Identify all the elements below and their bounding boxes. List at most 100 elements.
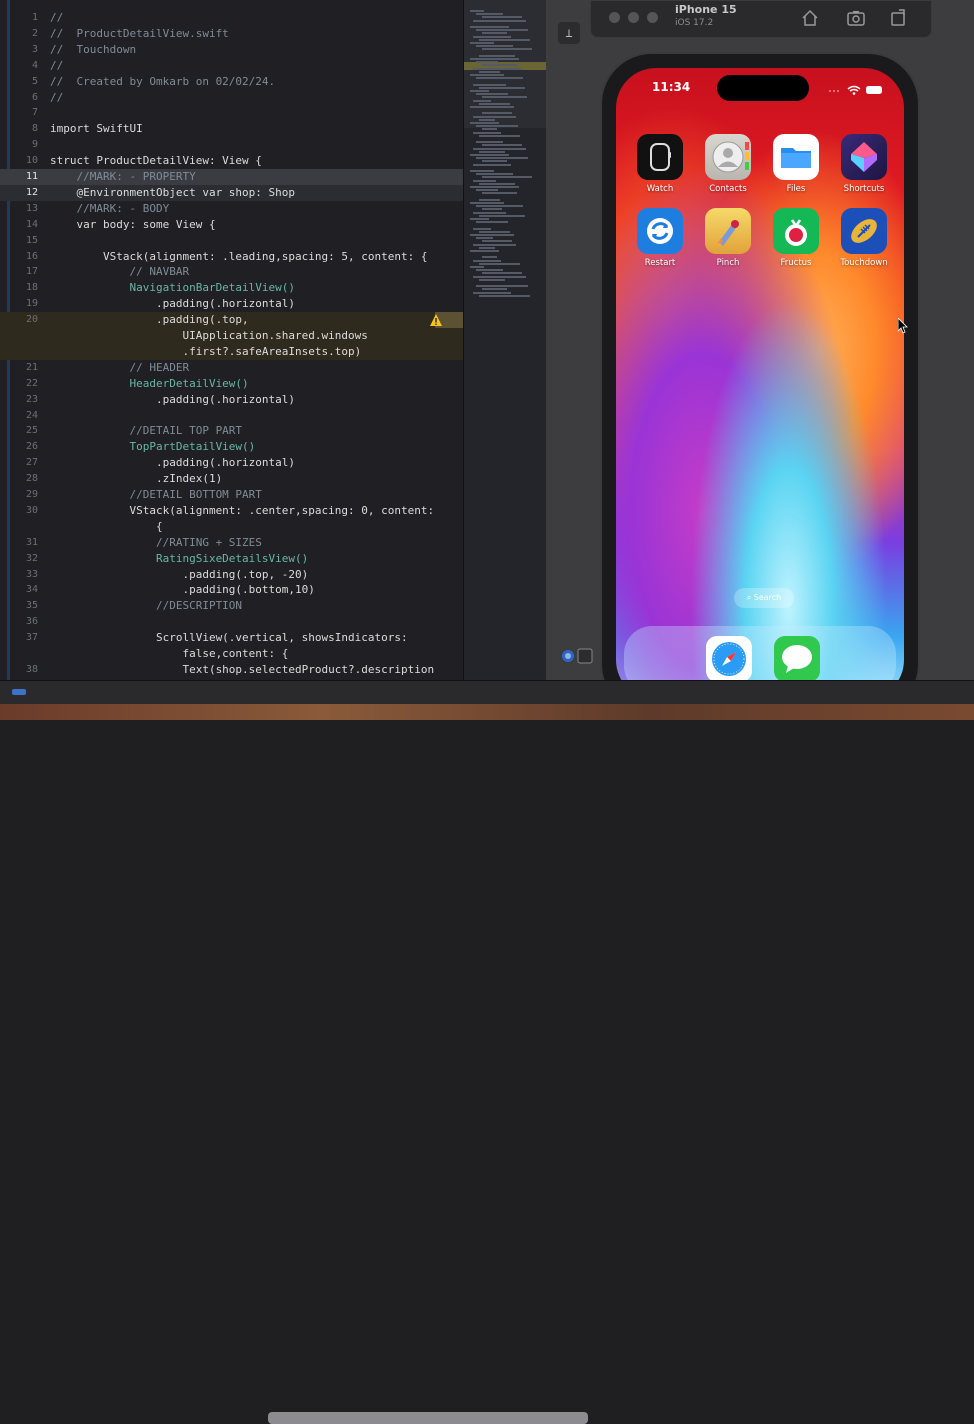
app-watch[interactable]: Watch [630, 134, 690, 194]
code-line[interactable]: 5 // Created by Omkarb on 02/02/24. [0, 74, 463, 90]
minimap-line [476, 13, 503, 16]
restart-icon [637, 208, 683, 254]
code-line[interactable]: 4 // [0, 58, 463, 74]
code-text: struct ProductDetailView: View { [50, 154, 262, 168]
app-contacts[interactable]: Contacts [698, 134, 758, 194]
code-line[interactable]: 22 HeaderDetailView() [0, 376, 463, 392]
code-line[interactable]: 19 .padding(.horizontal) [0, 296, 463, 312]
minimap-line [482, 256, 497, 259]
minimize-button[interactable] [628, 12, 639, 23]
code-line[interactable]: 13 //MARK: - BODY [0, 201, 463, 217]
app-pinch[interactable]: Pinch [698, 208, 758, 268]
canvas-controls[interactable] [558, 646, 606, 666]
close-button[interactable] [609, 12, 620, 23]
app-restart[interactable]: Restart [630, 208, 690, 268]
code-line[interactable]: 7 [0, 105, 463, 121]
code-line[interactable]: 11 //MARK: - PROPERTY [0, 169, 463, 185]
code-line[interactable]: 32 RatingSixeDetailsView() [0, 551, 463, 567]
code-text: VStack(alignment: .center,spacing: 0, co… [50, 503, 435, 517]
messages-icon[interactable] [774, 636, 820, 682]
minimap-line [470, 106, 514, 108]
mac-dock[interactable] [268, 1412, 588, 1424]
code-line[interactable]: 26 TopPartDetailView() [0, 439, 463, 455]
minimap-line [482, 16, 522, 19]
rotate-icon[interactable] [887, 7, 909, 29]
app-touchdown[interactable]: Touchdown [834, 208, 894, 268]
line-number: 11 [25, 171, 38, 182]
warning-icon[interactable] [429, 313, 443, 327]
code-line[interactable]: 6 // [0, 90, 463, 106]
code-line[interactable]: 34 .padding(.bottom,10) [0, 582, 463, 598]
line-number: 10 [25, 155, 38, 167]
code-line[interactable]: { [0, 519, 463, 535]
line-number: 38 [25, 663, 38, 675]
code-line[interactable]: 37 ScrollView(.vertical, showsIndicators… [0, 630, 463, 646]
code-line[interactable]: 24 [0, 408, 463, 424]
code-line[interactable]: 14 var body: some View { [0, 217, 463, 233]
code-line[interactable]: 31 //RATING + SIZES [0, 535, 463, 551]
home-icon[interactable] [799, 7, 821, 29]
app-files[interactable]: Files [766, 134, 826, 194]
minimap-line [470, 218, 489, 220]
line-number: 9 [31, 139, 38, 151]
minimap-line [470, 10, 484, 12]
code-line[interactable]: 2 // ProductDetailView.swift [0, 26, 463, 42]
code-text: .padding(.horizontal) [50, 392, 296, 406]
code-line[interactable]: 8 import SwiftUI [0, 121, 463, 137]
code-line[interactable]: 9 [0, 137, 463, 153]
code-line[interactable]: 33 .padding(.top, -20) [0, 567, 463, 583]
app-fructus[interactable]: Fructus [766, 208, 826, 268]
minimap[interactable] [463, 0, 546, 680]
spotlight-search-button[interactable]: ⌕ Search [734, 588, 794, 608]
code-text: // ProductDetailView.swift [50, 26, 229, 40]
code-line[interactable]: 17 // NAVBAR [0, 264, 463, 280]
app-shortcuts[interactable]: Shortcuts [834, 134, 894, 194]
code-line[interactable]: 36 [0, 614, 463, 630]
code-editor[interactable]: 1 // 2 // ProductDetailView.swift 3 // Touchd… [0, 0, 463, 680]
minimap-line [473, 83, 506, 86]
app-label: Watch [646, 184, 674, 194]
code-line[interactable]: 10 struct ProductDetailView: View { [0, 153, 463, 169]
app-label: Pinch [716, 258, 740, 268]
code-line[interactable]: 28 .zIndex(1) [0, 471, 463, 487]
desktop-strip [0, 704, 974, 1424]
code-line[interactable]: 35 //DESCRIPTION [0, 598, 463, 614]
code-line[interactable]: 25 //DETAIL TOP PART [0, 423, 463, 439]
code-line[interactable]: 3 // Touchdown [0, 42, 463, 58]
minimap-line [482, 176, 532, 179]
app-label: Files [786, 184, 806, 194]
line-number: 20 [25, 314, 38, 326]
code-line[interactable]: 27 .padding(.horizontal) [0, 455, 463, 471]
home-screen[interactable]: 11:34 Watch Contacts Files Shortcuts Res… [616, 68, 904, 700]
simulator-titlebar: iPhone 15 iOS 17.2 [590, 0, 932, 38]
code-line[interactable]: 1 // [0, 10, 463, 26]
code-line[interactable]: .first?.safeAreaInsets.top) [0, 343, 463, 360]
minimap-line [479, 182, 515, 185]
pin-icon[interactable]: ⊥ [558, 22, 580, 44]
code-line[interactable]: 30 VStack(alignment: .center,spacing: 0,… [0, 503, 463, 519]
minimap-line [473, 291, 511, 294]
code-line[interactable]: 38 Text(shop.selectedProduct?.descriptio… [0, 662, 463, 678]
code-line[interactable]: false,content: { [0, 646, 463, 662]
minimap-line [470, 42, 494, 44]
code-line[interactable]: UIApplication.shared.windows [0, 328, 463, 344]
line-number: 27 [25, 457, 38, 469]
line-number: 18 [25, 282, 38, 294]
code-line[interactable]: 29 //DETAIL BOTTOM PART [0, 487, 463, 503]
minimap-line [479, 102, 510, 105]
minimap-line [479, 54, 515, 57]
code-line[interactable]: 20 .padding(.top, [0, 312, 463, 329]
code-line[interactable]: 23 .padding(.horizontal) [0, 392, 463, 408]
code-line[interactable]: 15 [0, 233, 463, 249]
code-line[interactable]: 16 VStack(alignment: .leading,spacing: 5… [0, 249, 463, 265]
zoom-button[interactable] [647, 12, 658, 23]
code-line[interactable]: 21 // HEADER [0, 360, 463, 376]
code-text: // NAVBAR [50, 265, 190, 279]
line-number: 1 [31, 12, 38, 23]
safari-icon[interactable] [706, 636, 752, 682]
line-number: 37 [25, 632, 38, 644]
minimap-line [473, 227, 491, 230]
screenshot-icon[interactable] [845, 7, 867, 29]
code-line[interactable]: 18 NavigationBarDetailView() [0, 280, 463, 296]
code-line[interactable]: 12 @EnvironmentObject var shop: Shop [0, 184, 463, 201]
